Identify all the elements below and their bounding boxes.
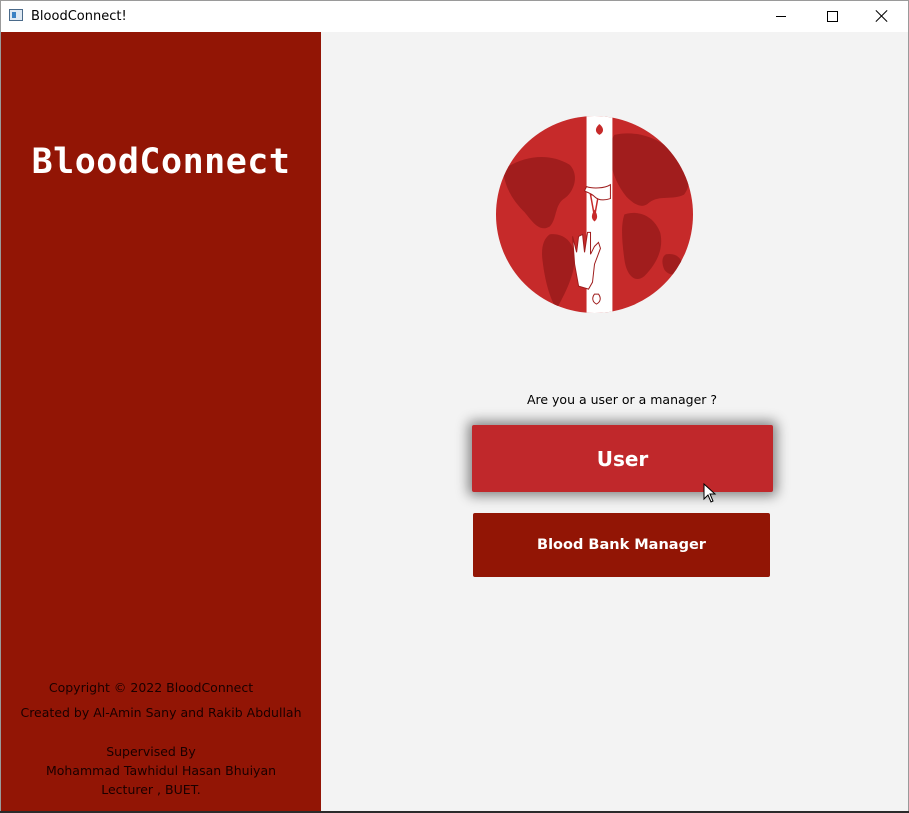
mouse-cursor-icon	[703, 483, 717, 503]
minimize-icon	[776, 15, 786, 17]
app-window: BloodConnect! BloodConnect Copyright © 2…	[0, 0, 909, 812]
copyright-text: Copyright © 2022 BloodConnect	[48, 680, 254, 695]
title-bar[interactable]: BloodConnect!	[1, 1, 908, 32]
minimize-button[interactable]	[758, 1, 804, 31]
supervised-by-label: Supervised By	[106, 744, 196, 759]
close-icon	[875, 9, 889, 23]
supervisor-name: Mohammad Tawhidul Hasan Bhuiyan	[45, 763, 277, 778]
app-window-icon	[9, 9, 23, 21]
maximize-button[interactable]	[809, 1, 855, 31]
window-title: BloodConnect!	[31, 9, 127, 24]
created-by-text: Created by Al-Amin Sany and Rakib Abdull…	[20, 705, 302, 720]
maximize-icon	[826, 10, 838, 22]
brand-title: BloodConnect	[31, 142, 291, 182]
supervisor-title: Lecturer , BUET.	[101, 782, 201, 797]
blood-bank-manager-button[interactable]: Blood Bank Manager	[473, 513, 770, 577]
blood-donation-globe-icon	[495, 115, 694, 314]
sidebar: BloodConnect Copyright © 2022 BloodConne…	[1, 32, 321, 812]
user-button[interactable]: User	[472, 425, 773, 492]
close-button[interactable]	[859, 1, 905, 31]
role-question: Are you a user or a manager ?	[526, 392, 718, 407]
main-panel: Are you a user or a manager ? User Blood…	[321, 32, 908, 812]
